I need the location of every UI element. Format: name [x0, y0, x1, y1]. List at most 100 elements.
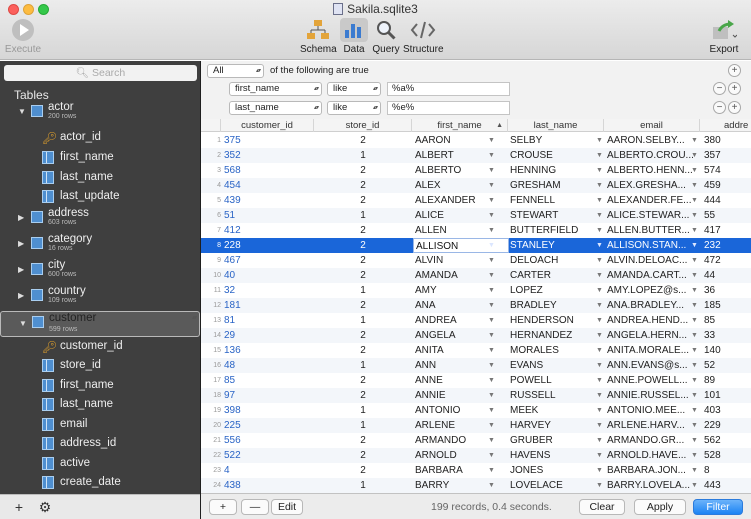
last-name-cell[interactable]: STANLEY — [510, 238, 600, 253]
cell-dropdown-icon[interactable]: ▼ — [488, 388, 495, 403]
cell-dropdown-icon[interactable]: ▼ — [596, 253, 603, 268]
table-row[interactable]: 10 40 2 AMANDA CARTER AMANDA.CART... 44 ▼ ▼ ▼ — [201, 268, 751, 283]
cell-dropdown-icon[interactable]: ▼ — [488, 253, 495, 268]
table-row[interactable]: 16 48 1 ANN EVANS ANN.EVANS@s... 52 ▼ ▼ ▼ — [201, 358, 751, 373]
filter-operator-select[interactable]: like — [327, 101, 381, 115]
customer-id-cell[interactable]: 81 — [224, 313, 314, 328]
cell-dropdown-icon[interactable]: ▼ — [596, 163, 603, 178]
add-filter-group-button[interactable]: + — [728, 64, 741, 77]
cell-dropdown-icon[interactable]: ▼ — [488, 133, 495, 148]
store-id-cell[interactable]: 2 — [314, 463, 412, 478]
schema-button[interactable]: Schema — [300, 18, 337, 55]
column-item-last-name[interactable]: last_name — [0, 168, 200, 188]
cell-dropdown-icon[interactable]: ▼ — [691, 478, 698, 493]
cell-dropdown-icon[interactable]: ▼ — [691, 223, 698, 238]
column-header-customer-id[interactable]: customer_id — [221, 119, 314, 132]
query-button[interactable]: Query — [370, 18, 402, 55]
cell-dropdown-icon[interactable]: ▼ — [488, 403, 495, 418]
store-id-cell[interactable]: 1 — [314, 358, 412, 373]
table-row[interactable]: 22 522 2 ARNOLD HAVENS ARNOLD.HAVE... 528 ▼ ▼ ▼ — [201, 448, 751, 463]
address-id-cell[interactable]: 380 — [704, 133, 751, 148]
store-id-cell[interactable]: 1 — [314, 313, 412, 328]
customer-id-cell[interactable]: 85 — [224, 373, 314, 388]
cell-dropdown-icon[interactable]: ▼ — [596, 238, 603, 253]
edit-row-button[interactable]: Edit — [271, 499, 303, 515]
column-header-address[interactable]: addre — [700, 119, 751, 132]
last-name-cell[interactable]: DELOACH — [510, 253, 600, 268]
address-id-cell[interactable]: 89 — [704, 373, 751, 388]
customer-id-cell[interactable]: 467 — [224, 253, 314, 268]
last-name-cell[interactable]: MORALES — [510, 343, 600, 358]
last-name-cell[interactable]: LOPEZ — [510, 283, 600, 298]
cell-dropdown-icon[interactable]: ▼ — [596, 388, 603, 403]
address-id-cell[interactable]: 229 — [704, 418, 751, 433]
cell-dropdown-icon[interactable]: ▼ — [488, 163, 495, 178]
cell-dropdown-icon[interactable]: ▼ — [691, 388, 698, 403]
cell-dropdown-icon[interactable]: ▼ — [596, 373, 603, 388]
cell-dropdown-icon[interactable]: ▼ — [596, 133, 603, 148]
last-name-cell[interactable]: HENDERSON — [510, 313, 600, 328]
cell-dropdown-icon[interactable]: ▼ — [691, 328, 698, 343]
export-button[interactable]: Export — [705, 18, 743, 55]
last-name-cell[interactable]: CROUSE — [510, 148, 600, 163]
cell-dropdown-icon[interactable]: ▼ — [691, 343, 698, 358]
email-cell[interactable]: ALICE.STEWAR... — [607, 208, 695, 223]
cell-dropdown-icon[interactable]: ▼ — [488, 298, 495, 313]
cell-dropdown-icon[interactable]: ▼ — [488, 358, 495, 373]
table-row[interactable]: 9 467 2 ALVIN DELOACH ALVIN.DELOAC... 472 ▼ ▼ ▼ — [201, 253, 751, 268]
cell-dropdown-icon[interactable]: ▼ — [596, 283, 603, 298]
last-name-cell[interactable]: HERNANDEZ — [510, 328, 600, 343]
cell-dropdown-icon[interactable]: ▼ — [596, 313, 603, 328]
last-name-cell[interactable]: BRADLEY — [510, 298, 600, 313]
cell-dropdown-icon[interactable]: ▼ — [691, 178, 698, 193]
cell-dropdown-icon[interactable]: ▼ — [596, 268, 603, 283]
store-id-cell[interactable]: 1 — [314, 208, 412, 223]
last-name-cell[interactable]: SELBY — [510, 133, 600, 148]
add-table-button[interactable]: + — [8, 499, 30, 516]
last-name-cell[interactable]: FENNELL — [510, 193, 600, 208]
execute-button[interactable]: Execute — [4, 18, 42, 55]
store-id-cell[interactable]: 2 — [314, 298, 412, 313]
store-id-cell[interactable]: 2 — [314, 163, 412, 178]
cell-dropdown-icon[interactable]: ▼ — [596, 478, 603, 493]
cell-dropdown-icon[interactable]: ▼ — [691, 463, 698, 478]
gear-icon[interactable]: ⚙ — [34, 499, 56, 516]
add-row-button[interactable]: + — [209, 499, 237, 515]
last-name-cell[interactable]: HAVENS — [510, 448, 600, 463]
cell-dropdown-icon[interactable]: ▼ — [691, 268, 698, 283]
address-id-cell[interactable]: 444 — [704, 193, 751, 208]
table-row[interactable]: 4 454 2 ALEX GRESHAM ALEX.GRESHA... 459 ▼ ▼ ▼ — [201, 178, 751, 193]
address-id-cell[interactable]: 574 — [704, 163, 751, 178]
cell-dropdown-icon[interactable]: ▼ — [691, 208, 698, 223]
structure-button[interactable]: Structure — [403, 18, 444, 55]
cell-dropdown-icon[interactable]: ▼ — [691, 253, 698, 268]
address-id-cell[interactable]: 140 — [704, 343, 751, 358]
disclosure-closed-icon[interactable]: ▶ — [18, 213, 24, 222]
email-cell[interactable]: BARRY.LOVELA... — [607, 478, 695, 493]
column-item-last-name[interactable]: last_name — [0, 395, 200, 415]
cell-dropdown-icon[interactable]: ▼ — [691, 193, 698, 208]
column-item-last-update[interactable]: last_update — [0, 187, 200, 207]
add-filter-button[interactable]: + — [728, 82, 741, 95]
cell-dropdown-icon[interactable]: ▼ — [488, 328, 495, 343]
address-id-cell[interactable]: 55 — [704, 208, 751, 223]
email-cell[interactable]: ANITA.MORALE... — [607, 343, 695, 358]
customer-id-cell[interactable]: 556 — [224, 433, 314, 448]
address-id-cell[interactable]: 44 — [704, 268, 751, 283]
filter-value-input[interactable]: %a% — [387, 82, 510, 96]
customer-id-cell[interactable]: 4 — [224, 463, 314, 478]
address-id-cell[interactable]: 185 — [704, 298, 751, 313]
disclosure-open-icon[interactable]: ▼ — [18, 107, 26, 116]
customer-id-cell[interactable]: 454 — [224, 178, 314, 193]
store-id-cell[interactable]: 2 — [314, 268, 412, 283]
address-id-cell[interactable]: 528 — [704, 448, 751, 463]
store-id-cell[interactable]: 2 — [314, 388, 412, 403]
table-row[interactable]: 23 4 2 BARBARA JONES BARBARA.JON... 8 ▼ ▼ ▼ — [201, 463, 751, 478]
table-row[interactable]: 14 29 2 ANGELA HERNANDEZ ANGELA.HERN... 33 ▼ ▼ ▼ — [201, 328, 751, 343]
column-header-first-name[interactable]: first_name ▲ — [412, 119, 508, 132]
cell-dropdown-icon[interactable]: ▼ — [691, 238, 698, 253]
cell-dropdown-icon[interactable]: ▼ — [691, 283, 698, 298]
customer-id-cell[interactable]: 439 — [224, 193, 314, 208]
table-row[interactable]: 11 32 1 AMY LOPEZ AMY.LOPEZ@s... 36 ▼ ▼ ▼ — [201, 283, 751, 298]
customer-id-cell[interactable]: 51 — [224, 208, 314, 223]
